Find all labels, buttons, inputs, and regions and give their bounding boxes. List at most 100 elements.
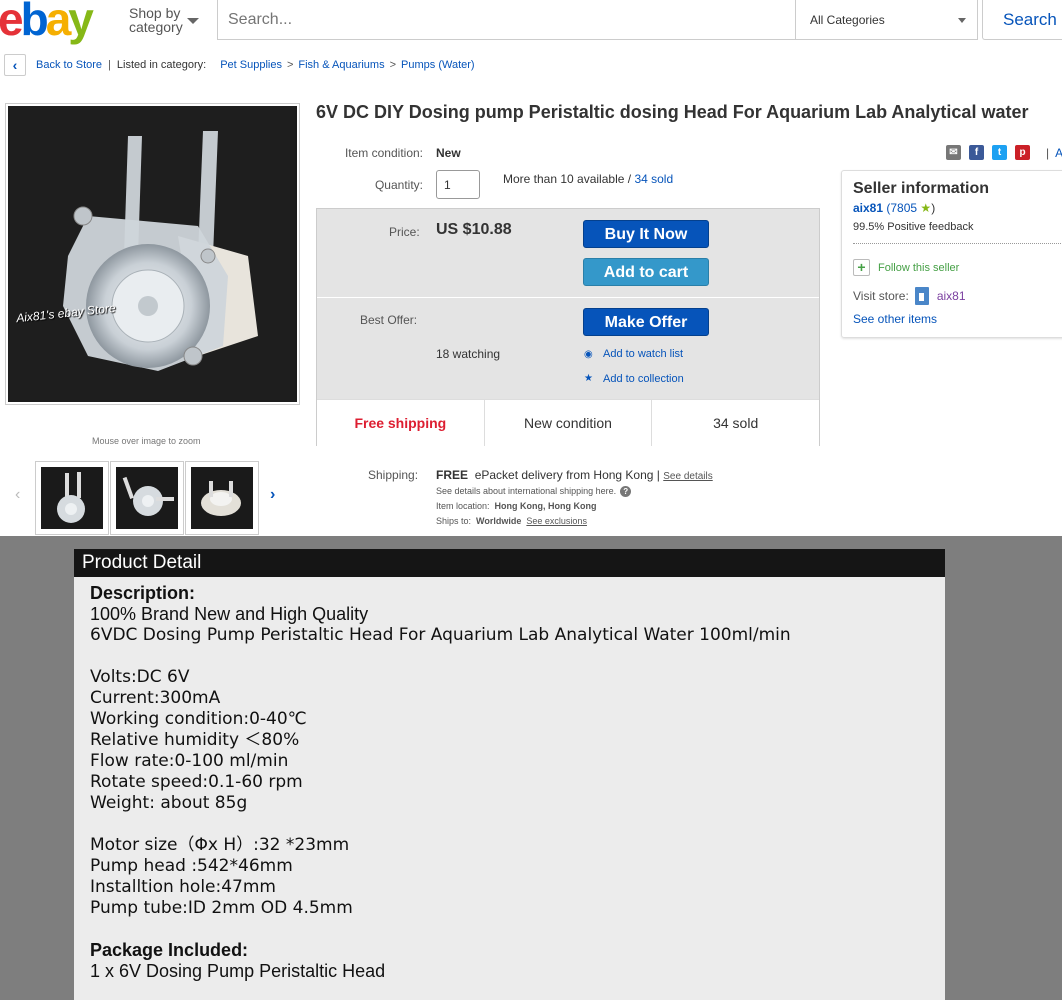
best-offer-label: Best Offer: <box>360 313 418 327</box>
shipping-main: FREE ePacket delivery from Hong Kong | S… <box>436 468 713 482</box>
product-detail-box: Product Detail Description: 100% Brand N… <box>74 549 945 1000</box>
breadcrumb-fish-aquariums[interactable]: Fish & Aquariums <box>298 59 384 71</box>
add-to-watch-list-link[interactable]: Add to watch list <box>603 348 683 360</box>
sold-count-badge: 34 sold <box>713 415 759 431</box>
ships-to-label: Ships to: <box>436 516 472 526</box>
logo-letter-b: b <box>20 0 49 45</box>
thumbnail-2[interactable] <box>110 461 184 535</box>
price-value: US $10.88 <box>436 221 512 238</box>
thumb-next-chevron-icon[interactable]: › <box>270 486 275 504</box>
twitter-icon[interactable]: t <box>992 145 1007 160</box>
breadcrumb-pumps-water[interactable]: Pumps (Water) <box>401 59 475 71</box>
spec-install-hole: Installtion hole:47mm <box>90 877 276 897</box>
zoom-hint: Mouse over image to zoom <box>92 436 201 446</box>
quantity-input[interactable]: 1 <box>436 170 480 199</box>
seller-name-link[interactable]: aix81 <box>853 201 883 215</box>
header: ebay Shop by category All Categories Sea… <box>0 0 1062 45</box>
thumbnail-1[interactable] <box>35 461 109 535</box>
sold-link[interactable]: 34 sold <box>634 172 673 186</box>
spec-pump-tube: Pump tube:ID 2mm OD 4.5mm <box>90 898 353 918</box>
ebay-logo[interactable]: ebay <box>0 0 94 45</box>
spec-working-condition: Working condition:0-40℃ <box>90 709 307 729</box>
email-icon[interactable]: ✉ <box>946 145 961 160</box>
breadcrumb-separator: > <box>286 59 294 71</box>
listed-in-label: Listed in category: <box>116 59 207 71</box>
thumb-prev-chevron-icon[interactable]: ‹ <box>15 486 20 504</box>
intl-shipping-text: See details about international shipping… <box>436 486 617 496</box>
add-to-cart-button[interactable]: Add to cart <box>583 258 709 286</box>
follow-seller-button[interactable]: + Follow this seller <box>853 259 959 276</box>
logo-letter-e: e <box>0 0 24 45</box>
pinterest-icon[interactable]: p <box>1015 145 1030 160</box>
product-photo: Aix81's ebay Store <box>8 106 297 402</box>
make-offer-button[interactable]: Make Offer <box>583 308 709 336</box>
watching-count: 18 watching <box>436 347 501 361</box>
spec-current: Current:300mA <box>90 688 221 708</box>
buy-it-now-button[interactable]: Buy It Now <box>583 220 709 248</box>
search-button[interactable]: Search <box>982 0 1062 40</box>
buy-box: Price: US $10.88 Buy It Now Add to cart … <box>316 208 820 446</box>
see-exclusions-link[interactable]: See exclusions <box>526 516 587 526</box>
description-line2: 6VDC Dosing Pump Peristaltic Head For Aq… <box>90 625 791 645</box>
listing-title: 6V DC DIY Dosing pump Peristaltic dosing… <box>316 102 1029 122</box>
star-icon: ★ <box>920 201 932 215</box>
availability-text: More than 10 available / <box>503 172 632 186</box>
breadcrumb-pet-supplies[interactable]: Pet Supplies <box>220 59 282 71</box>
description-line1: 100% Brand New and High Quality <box>90 604 369 624</box>
shop-by-line2: category <box>129 19 183 35</box>
see-other-items-link[interactable]: See other items <box>853 312 937 326</box>
seller-info-panel: Seller information aix81 (7805 ★) 99.5% … <box>841 170 1062 338</box>
breadcrumb-separator: > <box>389 59 397 71</box>
intl-shipping-note: See details about international shipping… <box>436 486 632 497</box>
item-location: Item location: Hong Kong, Hong Kong <box>436 501 597 511</box>
caret-down-icon <box>958 18 966 23</box>
see-details-link[interactable]: See details <box>663 471 712 482</box>
thumbnail-3[interactable] <box>185 461 259 535</box>
search-input[interactable] <box>218 0 795 39</box>
store-icon <box>914 287 929 305</box>
shipping-method: ePacket delivery from Hong Kong | <box>474 468 660 482</box>
seller-feedback: 99.5% Positive feedback <box>853 221 974 233</box>
add-to-watch-link[interactable]: | Ad <box>1046 146 1062 160</box>
package-item: 1 x 6V Dosing Pump Peristaltic Head <box>90 961 386 981</box>
ships-to-value: Worldwide <box>476 516 522 526</box>
item-location-label: Item location: <box>436 501 490 511</box>
breadcrumb: ‹ Back to Store | Listed in category: Pe… <box>4 54 475 76</box>
back-chevron-icon[interactable]: ‹ <box>4 54 26 76</box>
free-shipping-badge: Free shipping <box>317 400 485 446</box>
add-link-text: Ad <box>1055 146 1062 160</box>
condition-label: Item condition: <box>344 146 423 160</box>
follow-seller-label: Follow this seller <box>878 261 960 274</box>
question-icon[interactable]: ? <box>620 486 632 497</box>
divider <box>853 243 1062 244</box>
back-to-store-link[interactable]: Back to Store <box>36 59 102 71</box>
caret-down-icon[interactable] <box>187 18 199 24</box>
add-to-collection-link[interactable]: Add to collection <box>603 373 684 385</box>
seller-score[interactable]: (7805 <box>886 201 917 215</box>
seller-score-close: ) <box>931 201 936 215</box>
visit-store: Visit store: aix81 <box>853 287 966 305</box>
spec-pump-head: Pump head :542*46mm <box>90 856 293 876</box>
main-product-image[interactable]: Aix81's ebay Store <box>5 103 300 405</box>
seller-heading: Seller information <box>853 180 990 197</box>
product-detail-body: Description: 100% Brand New and High Qua… <box>90 583 930 982</box>
facebook-icon[interactable]: f <box>969 145 984 160</box>
store-link[interactable]: aix81 <box>937 289 966 303</box>
category-select[interactable]: All Categories <box>795 0 978 39</box>
quantity-label: Quantity: <box>374 178 423 192</box>
shop-by-category-button[interactable]: Shop by category <box>129 6 183 34</box>
eye-icon[interactable]: ◉ <box>584 349 593 360</box>
divider <box>317 297 819 298</box>
availability: More than 10 available / 34 sold <box>503 172 673 186</box>
star-icon[interactable]: ★ <box>584 373 593 384</box>
logo-letter-a: a <box>45 0 72 45</box>
badges-bar: Free shipping New condition 34 sold <box>317 399 819 446</box>
item-location-value: Hong Kong, Hong Kong <box>494 501 597 511</box>
logo-letter-y: y <box>68 0 94 45</box>
ships-to: Ships to: Worldwide See exclusions <box>436 516 587 526</box>
product-detail-heading: Product Detail <box>74 549 945 577</box>
spec-rotate-speed: Rotate speed:0.1-60 rpm <box>90 772 303 792</box>
shipping-free: FREE <box>436 468 469 482</box>
